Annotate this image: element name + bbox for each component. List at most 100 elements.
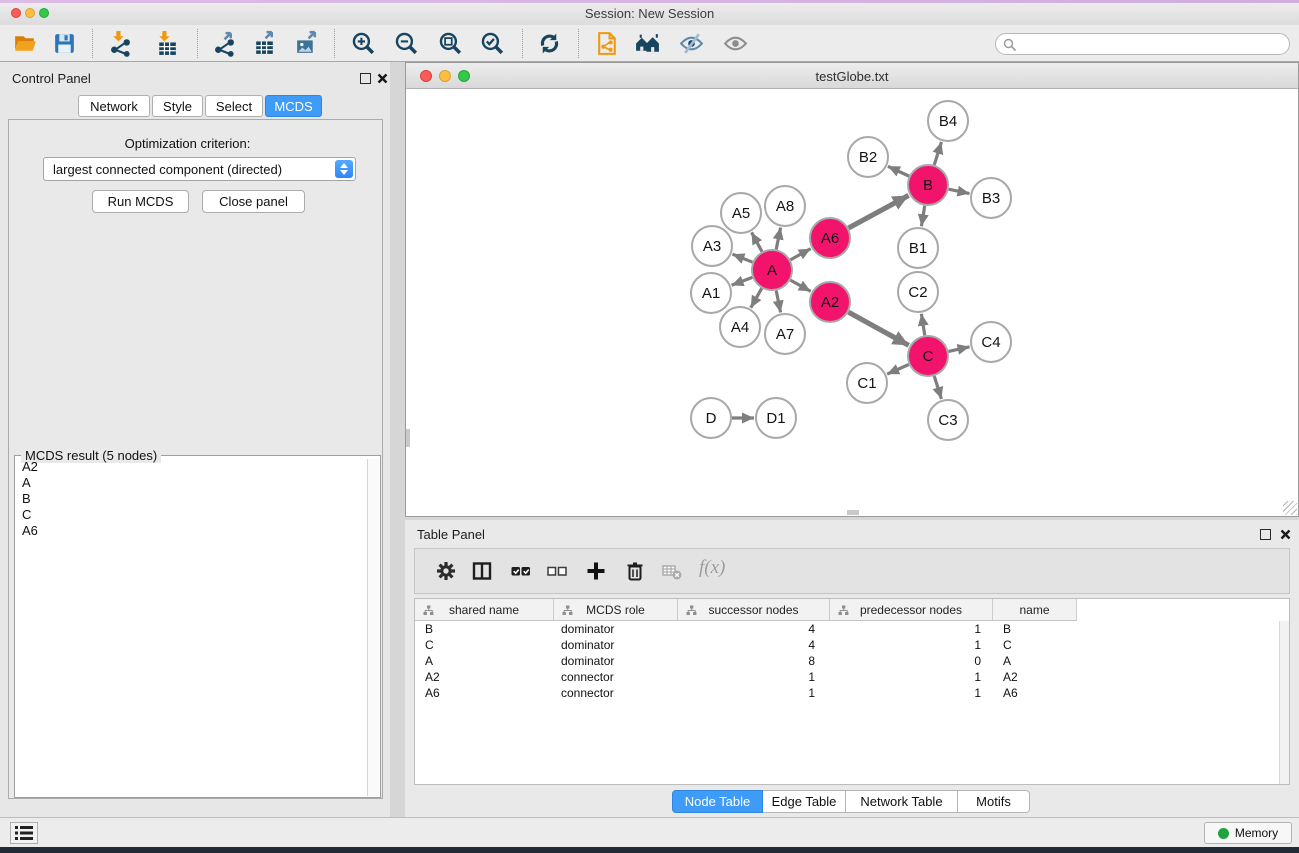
new-network-from-file-icon[interactable]	[594, 30, 621, 57]
tab-network[interactable]: Network	[78, 95, 150, 117]
edge-C-C1[interactable]	[887, 364, 909, 374]
save-session-icon[interactable]	[51, 30, 78, 57]
column-header-shared-name[interactable]: shared name	[415, 599, 554, 621]
network-horizontal-scroll-thumb[interactable]	[847, 510, 859, 515]
close-panel-button[interactable]: Close panel	[202, 190, 305, 213]
control-panel: Control Panel NetworkStyleSelectMCDS Opt…	[0, 62, 390, 817]
window-resize-grip[interactable]	[1283, 501, 1297, 515]
network-vertical-scroll-thumb[interactable]	[406, 429, 410, 447]
table-body: Bdominator41BCdominator41CAdominator80AA…	[415, 621, 1279, 701]
tab-mcds[interactable]: MCDS	[265, 95, 322, 117]
memory-status-icon	[1218, 828, 1229, 839]
tab-motifs[interactable]: Motifs	[958, 790, 1030, 813]
memory-button[interactable]: Memory	[1204, 822, 1292, 844]
table-cell: dominator	[554, 637, 678, 653]
node-label-A3: A3	[703, 238, 721, 255]
edge-A-A2[interactable]	[790, 280, 810, 291]
add-column-icon[interactable]	[585, 560, 607, 582]
close-panel-icon[interactable]	[377, 73, 388, 84]
tab-edge-table[interactable]: Edge Table	[763, 790, 846, 813]
table-cell: 1	[678, 669, 830, 685]
close-table-panel-icon[interactable]	[1280, 529, 1291, 540]
table-cell: 1	[830, 637, 993, 653]
optimization-criterion-dropdown[interactable]: largest connected component (directed)	[43, 157, 356, 181]
mcds-result-item[interactable]: B	[16, 491, 367, 507]
edge-A-A7[interactable]	[776, 291, 780, 313]
edge-B-B2[interactable]	[888, 166, 909, 176]
table-row[interactable]: Bdominator41B	[415, 621, 1279, 637]
node-label-C2: C2	[908, 284, 927, 301]
table-tabs: Node TableEdge TableNetwork TableMotifs	[672, 790, 1030, 813]
edge-A2-C[interactable]	[848, 312, 908, 345]
edge-A-A6[interactable]	[790, 249, 810, 260]
deselect-all-icon[interactable]	[546, 560, 568, 582]
network-graph: AA1A2A3A4A5A6A7A8BB1B2B3B4CC1C2C3C4DD1	[406, 89, 1298, 516]
table-row[interactable]: A2connector11A2	[415, 669, 1279, 685]
edge-A-A3[interactable]	[732, 254, 752, 262]
mcds-result-list: A2ABCA6	[16, 459, 367, 796]
column-header-predecessor-nodes[interactable]: predecessor nodes	[830, 599, 993, 621]
hide-eye-icon[interactable]	[678, 30, 705, 57]
column-header-successor-nodes[interactable]: successor nodes	[678, 599, 830, 621]
zoom-fit-icon[interactable]	[437, 30, 464, 57]
tab-node-table[interactable]: Node Table	[672, 790, 763, 813]
table-cell: C	[415, 637, 554, 653]
table-row[interactable]: A6connector11A6	[415, 685, 1279, 701]
select-all-icon[interactable]	[510, 560, 532, 582]
edge-B-B1[interactable]	[921, 206, 924, 227]
float-panel-icon[interactable]	[360, 73, 371, 84]
show-eye-icon[interactable]	[722, 30, 749, 57]
export-network-icon[interactable]	[211, 30, 238, 57]
mcds-result-item[interactable]: A6	[16, 523, 367, 539]
mcds-result-item[interactable]: A	[16, 475, 367, 491]
table-row[interactable]: Cdominator41C	[415, 637, 1279, 653]
table-row[interactable]: Adominator80A	[415, 653, 1279, 669]
import-network-icon[interactable]	[107, 30, 134, 57]
edge-B-B3[interactable]	[949, 189, 970, 193]
table-cell: 1	[830, 685, 993, 701]
float-table-panel-icon[interactable]	[1260, 529, 1271, 540]
houses-icon[interactable]	[634, 30, 661, 57]
memory-label: Memory	[1235, 826, 1278, 840]
table-cell: 4	[678, 637, 830, 653]
edge-B-B4[interactable]	[934, 142, 941, 165]
run-mcds-button[interactable]: Run MCDS	[92, 190, 189, 213]
task-history-button[interactable]	[10, 822, 38, 844]
edge-A-A4[interactable]	[751, 288, 762, 308]
network-view-window: testGlobe.txt AA1A2A3A4A5A6A7A8BB1B2B3B4…	[405, 62, 1299, 517]
table-scrollbar[interactable]	[1279, 621, 1289, 784]
edge-A-A8[interactable]	[776, 228, 780, 250]
column-header-MCDS-role[interactable]: MCDS role	[554, 599, 678, 621]
edge-A-A5[interactable]	[752, 232, 762, 251]
edge-C-C3[interactable]	[934, 376, 941, 399]
zoom-in-icon[interactable]	[350, 30, 377, 57]
export-image-icon[interactable]	[293, 30, 320, 57]
edge-C-C2[interactable]	[921, 314, 924, 336]
node-label-A5: A5	[732, 205, 750, 222]
node-label-C4: C4	[981, 334, 1000, 351]
mcds-result-item[interactable]: A2	[16, 459, 367, 475]
refresh-icon[interactable]	[536, 30, 563, 57]
import-table-icon[interactable]	[153, 30, 180, 57]
edge-A-A1[interactable]	[732, 277, 753, 285]
table-cell: 1	[678, 685, 830, 701]
open-file-icon[interactable]	[12, 30, 39, 57]
edge-C-C4[interactable]	[948, 347, 969, 352]
search-input[interactable]	[1020, 35, 1284, 53]
tab-network-table[interactable]: Network Table	[846, 790, 958, 813]
edge-A6-B[interactable]	[848, 195, 908, 228]
gear-icon[interactable]	[435, 560, 457, 582]
mcds-result-scrollbar[interactable]	[367, 459, 379, 796]
export-table-icon[interactable]	[251, 30, 278, 57]
delete-icon[interactable]	[624, 560, 646, 582]
tab-style[interactable]: Style	[152, 95, 203, 117]
mcds-result-item[interactable]: C	[16, 507, 367, 523]
zoom-selected-icon[interactable]	[479, 30, 506, 57]
column-header-name[interactable]: name	[993, 599, 1077, 621]
function-builder-icon: f(x)	[699, 557, 725, 579]
search-field[interactable]	[995, 33, 1290, 55]
column-view-icon[interactable]	[471, 560, 493, 582]
tab-select[interactable]: Select	[205, 95, 263, 117]
zoom-out-icon[interactable]	[393, 30, 420, 57]
network-canvas[interactable]: AA1A2A3A4A5A6A7A8BB1B2B3B4CC1C2C3C4DD1	[406, 89, 1298, 516]
